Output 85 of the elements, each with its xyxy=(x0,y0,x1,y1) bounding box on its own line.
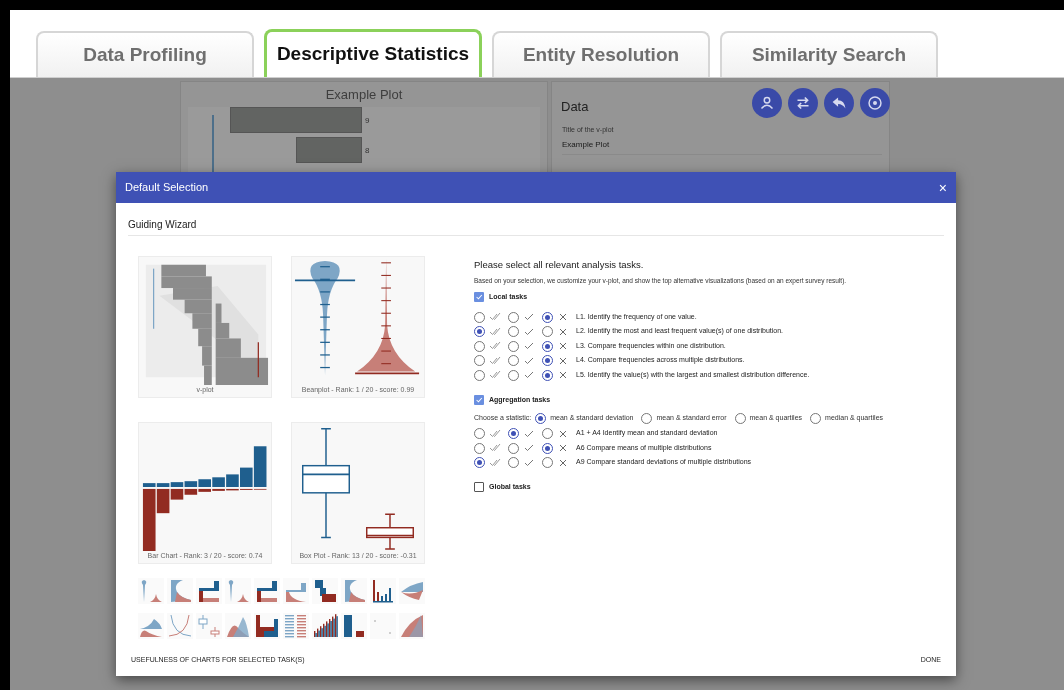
title-field[interactable]: Example Plot xyxy=(562,139,882,155)
chart-thumbnail[interactable] xyxy=(283,578,309,604)
chart-thumbnail[interactable] xyxy=(341,613,367,639)
bean-line xyxy=(319,303,331,306)
check-icon xyxy=(475,293,483,302)
bar xyxy=(192,313,212,329)
range-line xyxy=(153,268,155,330)
double-check-icon xyxy=(489,456,501,469)
bar xyxy=(173,288,212,300)
box-plot xyxy=(365,513,415,550)
chart-thumbnail[interactable] xyxy=(167,613,193,639)
bean-line xyxy=(380,300,392,302)
bean-line xyxy=(380,312,392,314)
bar xyxy=(202,346,212,366)
bean-line xyxy=(380,363,392,365)
bean-line xyxy=(319,341,331,343)
bean-line xyxy=(380,262,392,264)
bar xyxy=(296,136,362,163)
bar xyxy=(161,276,212,289)
bean-line xyxy=(319,316,331,318)
chart-thumbnail[interactable] xyxy=(254,578,280,604)
check-icon xyxy=(523,340,535,352)
double-check-icon xyxy=(489,354,501,367)
range-line xyxy=(257,341,259,378)
bean-line xyxy=(380,325,392,327)
check-icon xyxy=(475,395,483,404)
chart-thumbnail[interactable] xyxy=(167,578,193,604)
dialog-subtitle: Guiding Wizard xyxy=(128,217,944,236)
bar xyxy=(161,264,206,277)
chart-thumbnail[interactable] xyxy=(138,578,164,604)
check-icon xyxy=(523,442,535,454)
cross-icon xyxy=(557,369,569,381)
bean-line xyxy=(319,354,331,356)
double-check-icon xyxy=(489,427,501,440)
double-check-icon xyxy=(489,311,501,323)
chart-thumbnail[interactable] xyxy=(399,578,425,604)
check-icon xyxy=(523,369,535,381)
cross-icon xyxy=(557,340,569,352)
bean-line xyxy=(319,266,331,268)
chart-thumbnail[interactable] xyxy=(138,613,164,639)
undo-button[interactable] xyxy=(824,88,854,118)
tab[interactable]: Data Profiling xyxy=(36,31,254,77)
chart-thumbnail[interactable] xyxy=(196,578,222,604)
close-button[interactable]: × xyxy=(938,180,947,195)
double-check-icon xyxy=(489,442,501,454)
double-check-icon xyxy=(489,340,501,352)
chart-thumbnail[interactable] xyxy=(254,613,280,639)
bean-line xyxy=(380,350,392,352)
mean-line xyxy=(294,279,356,282)
bar-label: 8 xyxy=(365,144,370,157)
chart-thumbnail[interactable] xyxy=(312,613,338,639)
mean-line xyxy=(354,372,420,375)
panel-title: Data xyxy=(561,98,589,116)
bean-line xyxy=(319,366,331,369)
swap-button[interactable] xyxy=(788,88,818,118)
dialog-title: Default Selection xyxy=(125,180,209,196)
chart-thumbnail[interactable] xyxy=(196,613,222,639)
chart-thumbnail[interactable] xyxy=(341,578,367,604)
bean-line xyxy=(380,287,392,289)
tab[interactable]: Entity Resolution xyxy=(492,31,710,77)
tab[interactable]: Descriptive Statistics xyxy=(264,29,482,77)
chart-thumbnail[interactable] xyxy=(283,613,309,639)
chart-thumbnail[interactable] xyxy=(225,613,251,639)
bar-label: 9 xyxy=(365,114,370,127)
chart-thumbnail[interactable] xyxy=(312,578,338,604)
bean-line xyxy=(380,274,392,276)
checkbox[interactable] xyxy=(474,482,484,493)
chart-thumbnail[interactable] xyxy=(370,578,396,604)
chart-thumbnail[interactable] xyxy=(370,613,396,639)
cross-icon xyxy=(557,311,569,323)
check-icon xyxy=(523,311,535,323)
bean-line xyxy=(319,329,331,331)
bean-line xyxy=(319,291,331,293)
double-check-icon xyxy=(489,325,501,338)
double-check-icon xyxy=(489,369,501,381)
bean-line xyxy=(380,337,392,339)
checkbox[interactable] xyxy=(474,292,484,303)
chart-thumbnail[interactable] xyxy=(399,613,425,639)
plot-title: Example Plot xyxy=(324,86,404,104)
checkbox[interactable] xyxy=(474,394,484,405)
chart-thumbnail[interactable] xyxy=(225,578,251,604)
target-button[interactable] xyxy=(860,88,890,118)
tab[interactable]: Similarity Search xyxy=(720,31,938,77)
prompt-text: Please select all relevant analysis tasks. xyxy=(474,258,645,272)
cross-icon xyxy=(557,442,569,454)
